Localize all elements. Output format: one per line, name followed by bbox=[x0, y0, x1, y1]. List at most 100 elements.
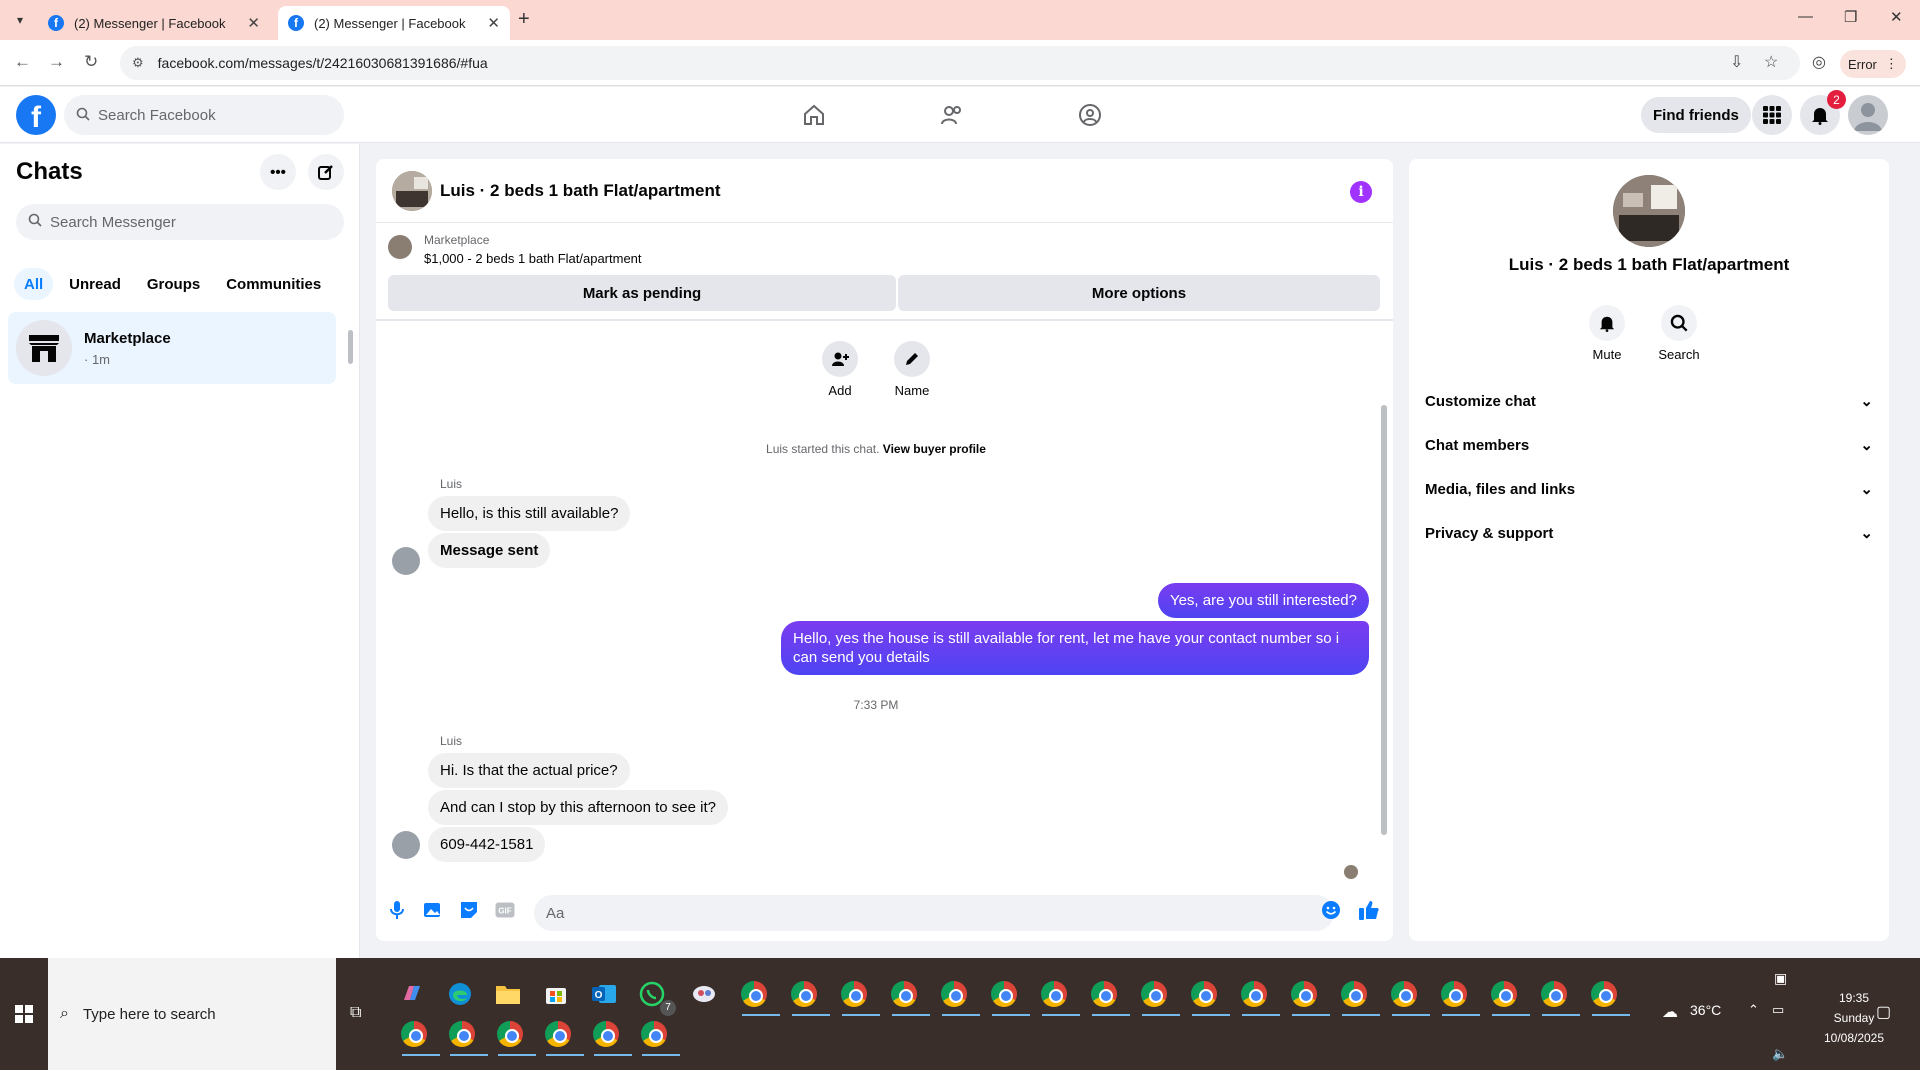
conversation-scrollbar[interactable] bbox=[1379, 325, 1389, 875]
chrome-profile-icon[interactable] bbox=[988, 978, 1030, 1016]
message-bubble[interactable]: And can I stop by this afternoon to see … bbox=[428, 790, 729, 825]
mute-action[interactable]: Mute bbox=[1577, 305, 1637, 362]
chrome-profile-icon[interactable] bbox=[838, 978, 880, 1016]
message-input[interactable]: Aa bbox=[534, 895, 1334, 931]
customize-chat-section[interactable]: Customize chat ⌄ bbox=[1425, 383, 1873, 419]
menu-grid-icon[interactable] bbox=[1752, 95, 1792, 135]
emoji-icon[interactable] bbox=[1320, 899, 1342, 921]
chrome-profile-icon[interactable] bbox=[1438, 978, 1480, 1016]
outlook-icon[interactable]: O bbox=[588, 978, 620, 1010]
profile-icon[interactable]: ◎ bbox=[1812, 52, 1826, 72]
media-files-links-section[interactable]: Media, files and links ⌄ bbox=[1425, 471, 1873, 507]
show-hidden-icons-icon[interactable]: ⌃ bbox=[1748, 1002, 1759, 1018]
outgoing-message-bubble[interactable]: Hello, yes the house is still available … bbox=[781, 621, 1369, 675]
browser-menu-icon[interactable]: ⋮ bbox=[1885, 56, 1898, 72]
chrome-profile-icon[interactable] bbox=[542, 1018, 584, 1056]
install-app-icon[interactable]: ⇩ bbox=[1730, 52, 1743, 72]
mark-as-pending-button[interactable]: Mark as pending bbox=[388, 275, 896, 311]
chats-scrollbar[interactable] bbox=[346, 314, 354, 374]
weather-temperature[interactable]: 36°C bbox=[1690, 1002, 1721, 1018]
chrome-profile-icon[interactable] bbox=[738, 978, 780, 1016]
chrome-profile-icon[interactable] bbox=[446, 1018, 488, 1056]
page-scrollbar[interactable] bbox=[1906, 87, 1920, 958]
chrome-profile-icon[interactable] bbox=[1138, 978, 1180, 1016]
taskbar-search-input[interactable]: ⌕ Type here to search bbox=[48, 958, 336, 1070]
microphone-icon[interactable] bbox=[386, 899, 408, 921]
filter-all[interactable]: All bbox=[14, 268, 54, 300]
minimize-icon[interactable]: — bbox=[1798, 8, 1813, 25]
friends-icon[interactable] bbox=[938, 101, 966, 129]
tray-device-icon[interactable]: ▣ bbox=[1774, 970, 1787, 987]
chrome-profile-icon[interactable] bbox=[494, 1018, 536, 1056]
account-avatar[interactable] bbox=[1848, 95, 1888, 135]
more-options-icon[interactable]: ••• bbox=[260, 154, 296, 190]
windows-start-icon[interactable] bbox=[0, 958, 48, 1070]
chrome-profile-icon[interactable] bbox=[1488, 978, 1530, 1016]
filter-groups[interactable]: Groups bbox=[137, 268, 210, 300]
bookmark-star-icon[interactable]: ☆ bbox=[1764, 52, 1778, 72]
tab-search-dropdown[interactable]: ▾ bbox=[6, 8, 34, 32]
task-view-icon[interactable]: ⧉ bbox=[350, 1004, 361, 1022]
back-icon[interactable]: ← bbox=[14, 52, 31, 72]
message-bubble[interactable]: Message sent bbox=[428, 533, 551, 568]
facebook-logo-icon[interactable]: f bbox=[16, 95, 56, 135]
more-options-button[interactable]: More options bbox=[898, 275, 1380, 311]
chrome-profile-icon[interactable] bbox=[1338, 978, 1380, 1016]
chrome-profile-icon[interactable] bbox=[1088, 978, 1130, 1016]
chrome-profile-icon[interactable] bbox=[398, 1018, 440, 1056]
listing-title[interactable]: $1,000 - 2 beds 1 bath Flat/apartment bbox=[424, 251, 642, 266]
message-bubble[interactable]: Hello, is this still available? bbox=[428, 496, 631, 531]
restore-icon[interactable]: ❐ bbox=[1844, 8, 1857, 26]
new-tab-icon[interactable]: + bbox=[518, 8, 530, 31]
privacy-support-section[interactable]: Privacy & support ⌄ bbox=[1425, 515, 1873, 551]
chrome-profile-icon[interactable] bbox=[1238, 978, 1280, 1016]
close-tab-icon[interactable]: ✕ bbox=[247, 14, 260, 32]
chrome-profile-icon[interactable] bbox=[938, 978, 980, 1016]
close-tab-icon[interactable]: ✕ bbox=[487, 14, 500, 32]
view-buyer-profile-link[interactable]: View buyer profile bbox=[883, 442, 986, 456]
outgoing-message-bubble[interactable]: Yes, are you still interested? bbox=[1157, 583, 1369, 618]
conversation-title[interactable]: Luis · 2 beds 1 bath Flat/apartment bbox=[440, 181, 721, 201]
chrome-profile-icon[interactable] bbox=[638, 1018, 680, 1056]
name-chat-action[interactable]: Name bbox=[882, 341, 942, 398]
copilot-icon[interactable] bbox=[396, 978, 428, 1010]
info-icon[interactable]: i bbox=[1350, 181, 1372, 203]
microsoft-store-icon[interactable] bbox=[540, 978, 572, 1010]
facebook-search-input[interactable]: Search Facebook bbox=[64, 95, 344, 135]
groups-icon[interactable] bbox=[1076, 101, 1104, 129]
weather-icon[interactable]: ☁ bbox=[1662, 1002, 1678, 1022]
chrome-profile-icon[interactable] bbox=[1538, 978, 1580, 1016]
message-bubble[interactable]: 609-442-1581 bbox=[428, 827, 546, 862]
notification-center-icon[interactable]: ▢ bbox=[1876, 1002, 1891, 1022]
add-people-action[interactable]: Add bbox=[810, 341, 870, 398]
profile-error-button[interactable]: Error ⋮ bbox=[1840, 50, 1906, 78]
chrome-profile-icon[interactable] bbox=[888, 978, 930, 1016]
chrome-profile-icon[interactable] bbox=[1038, 978, 1080, 1016]
file-explorer-icon[interactable] bbox=[492, 978, 524, 1010]
chrome-profile-icon[interactable] bbox=[1188, 978, 1230, 1016]
filter-communities[interactable]: Communities bbox=[216, 268, 331, 300]
info-avatar[interactable] bbox=[1613, 175, 1685, 247]
sender-avatar[interactable] bbox=[392, 831, 420, 859]
messenger-search-input[interactable]: Search Messenger bbox=[16, 204, 344, 240]
chrome-profile-icon[interactable] bbox=[1288, 978, 1330, 1016]
browser-tab-active[interactable]: f (2) Messenger | Facebook ✕ bbox=[278, 6, 510, 40]
photo-icon[interactable] bbox=[422, 899, 444, 921]
url-field[interactable]: ⚙ facebook.com/messages/t/24216030681391… bbox=[120, 46, 1800, 80]
filter-unread[interactable]: Unread bbox=[59, 268, 131, 300]
chrome-profile-icon[interactable] bbox=[590, 1018, 632, 1056]
home-icon[interactable] bbox=[800, 101, 828, 129]
snipping-tool-icon[interactable] bbox=[688, 978, 720, 1010]
close-window-icon[interactable]: ✕ bbox=[1890, 8, 1903, 26]
conversation-avatar[interactable] bbox=[392, 171, 432, 211]
gif-icon[interactable]: GIF bbox=[494, 899, 516, 921]
sticker-icon[interactable] bbox=[458, 899, 480, 921]
chrome-profile-icon[interactable] bbox=[1388, 978, 1430, 1016]
forward-icon[interactable]: → bbox=[48, 52, 65, 72]
network-icon[interactable]: ▭ bbox=[1772, 1002, 1784, 1018]
sender-avatar[interactable] bbox=[392, 547, 420, 575]
new-message-icon[interactable] bbox=[308, 154, 344, 190]
edge-icon[interactable] bbox=[444, 978, 476, 1010]
chat-list-item[interactable]: Marketplace · 1m bbox=[8, 312, 336, 384]
chrome-profile-icon[interactable] bbox=[788, 978, 830, 1016]
